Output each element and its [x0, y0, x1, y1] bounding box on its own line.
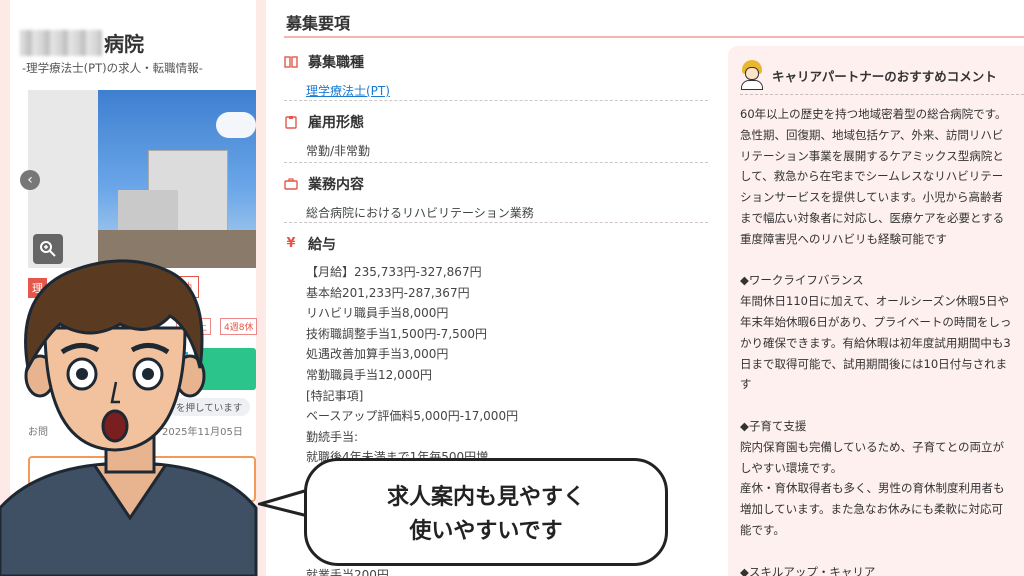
- bubble-line-2: 使いやすいです: [409, 519, 563, 544]
- recommendation-title: キャリアパートナーのおすすめコメント: [772, 68, 997, 84]
- duties-label: 業務内容: [308, 177, 364, 193]
- job-type-label: 募集職種: [308, 55, 364, 71]
- job-type-link[interactable]: 理学療法士(PT): [306, 84, 390, 98]
- briefcase-icon: [284, 177, 298, 191]
- hospital-title: 病院: [20, 28, 144, 57]
- salary-line: ベースアップ評価料5,000円-17,000円: [306, 409, 519, 424]
- photo-cloud: [216, 112, 256, 138]
- panel-divider: [740, 94, 1024, 95]
- salary-line: 技術職調整手当1,500円-7,500円: [306, 326, 488, 341]
- salary-line: 【月給】235,733円-327,867円: [306, 265, 482, 279]
- salary-section: ¥ 給与 【月給】235,733円-327,867円 基本給201,233円-2…: [284, 234, 714, 468]
- photo-prev-button[interactable]: ‹: [20, 170, 40, 190]
- advisor-avatar-icon: [740, 60, 764, 90]
- section-title: 募集要項: [286, 14, 351, 33]
- salary-line: リハビリ職員手当8,000円: [306, 306, 449, 321]
- speech-bubble-tail: [258, 488, 310, 518]
- magnifier-icon: [40, 241, 56, 257]
- title-divider: [284, 36, 1024, 38]
- hospital-name-suffix: 病院: [104, 32, 144, 56]
- hospital-subtitle: -理学療法士(PT)の求人・転職情報-: [22, 61, 203, 75]
- divider: [284, 162, 708, 163]
- salary-line: 常勤職員手当12,000円: [306, 367, 432, 382]
- duties-section: 業務内容 総合病院におけるリハビリテーション業務: [284, 174, 714, 221]
- duties-value: 総合病院におけるリハビリテーション業務: [306, 206, 534, 220]
- salary-line: [特記事項]: [306, 388, 364, 403]
- screen: 病院 -理学療法士(PT)の求人・転職情報- ‹ 理 非常勤 日以上 4週8休 …: [0, 0, 1024, 576]
- book-icon: [284, 55, 298, 69]
- recommendation-body: 60年以上の歴史を持つ地域密着型の総合病院です。 急性期、回復期、地域包括ケア、…: [740, 107, 1012, 576]
- salary-line: 勤続手当:: [306, 429, 359, 444]
- employment-label: 雇用形態: [308, 115, 364, 131]
- employment-value: 常勤/非常勤: [306, 144, 371, 158]
- salary-line-cut: 就業手当200円: [306, 568, 389, 576]
- speech-bubble: 求人案内も見やすく 使いやすいです: [304, 458, 668, 566]
- employment-section: 雇用形態 常勤/非常勤: [284, 112, 714, 159]
- salary-line: 基本給201,233円-287,367円: [306, 285, 470, 300]
- salary-line: 処遇改善加算手当3,000円: [306, 347, 449, 362]
- clipboard-icon: [284, 115, 298, 129]
- blurred-hospital-name: [20, 29, 102, 56]
- yen-icon: ¥: [286, 236, 296, 251]
- divider: [284, 100, 708, 101]
- recommendation-panel: キャリアパートナーのおすすめコメント 60年以上の歴史を持つ地域密着型の総合病院…: [728, 46, 1024, 576]
- bubble-line-1: 求人案内も見やすく: [386, 485, 585, 510]
- salary-label: 給与: [308, 237, 336, 253]
- job-type-section: 募集職種 理学療法士(PT): [284, 52, 714, 99]
- divider: [284, 222, 708, 223]
- surprised-man-illustration: [0, 259, 258, 576]
